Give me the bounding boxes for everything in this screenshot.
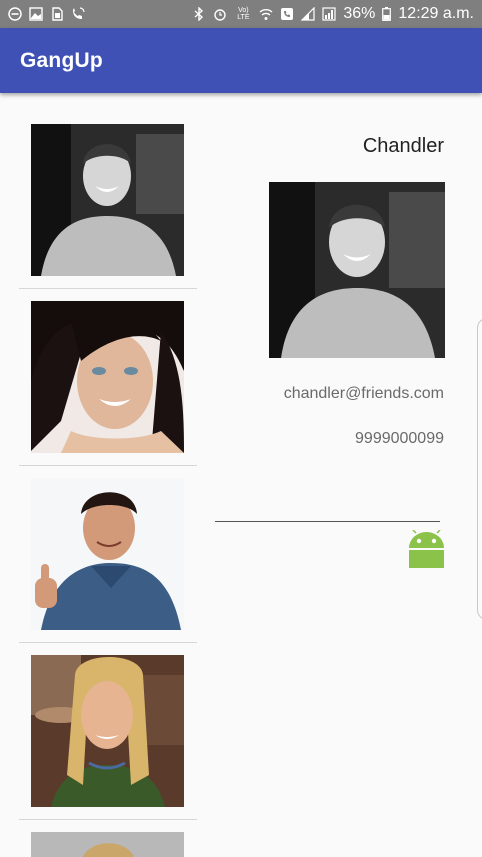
- call-icon: [280, 7, 294, 21]
- volte-icon: Vo) LTE: [237, 7, 250, 21]
- list-item[interactable]: [19, 301, 197, 467]
- android-icon[interactable]: [408, 529, 445, 568]
- divider: [19, 288, 197, 289]
- chandler-photo: [31, 124, 184, 276]
- clock: 12:29 a.m.: [398, 5, 474, 22]
- monica-photo: [31, 301, 184, 453]
- divider: [19, 465, 197, 466]
- edge-panel-handle[interactable]: [477, 318, 482, 620]
- battery-percent: 36%: [343, 5, 376, 22]
- wifi-icon: [259, 7, 273, 21]
- divider: [19, 819, 197, 820]
- divider: [19, 642, 197, 643]
- wifi-call-icon: [71, 7, 85, 21]
- ross-photo: [31, 478, 184, 630]
- do-not-disturb-icon: [8, 7, 22, 21]
- list-item[interactable]: [19, 124, 197, 290]
- phoebe-photo: [31, 655, 184, 807]
- contact-phone[interactable]: 9999000099: [355, 430, 444, 448]
- gallery-icon: [29, 7, 43, 21]
- list-item[interactable]: [19, 655, 197, 821]
- contact-detail: Chandler chandler@friends.com 9999000099: [215, 93, 455, 693]
- list-item[interactable]: [19, 832, 197, 857]
- contact-name: Chandler: [362, 135, 444, 157]
- list-item[interactable]: [19, 478, 197, 644]
- chandler-photo: [269, 182, 445, 358]
- battery-icon: [382, 7, 392, 21]
- status-bar: Vo) LTE 36% 12:29 a.m.: [0, 0, 482, 28]
- input-underline[interactable]: [215, 521, 440, 522]
- alarm-icon: [213, 7, 227, 21]
- contact-list[interactable]: [19, 93, 197, 857]
- bluetooth-icon: [192, 7, 206, 21]
- app-title: GangUp: [20, 48, 103, 72]
- signal-2-icon: [322, 7, 336, 21]
- contact-email[interactable]: chandler@friends.com: [284, 385, 444, 403]
- app-bar: GangUp: [0, 28, 482, 93]
- signal-1-icon: [301, 7, 315, 21]
- sim-icon: [50, 7, 64, 21]
- partial-photo: [31, 832, 184, 857]
